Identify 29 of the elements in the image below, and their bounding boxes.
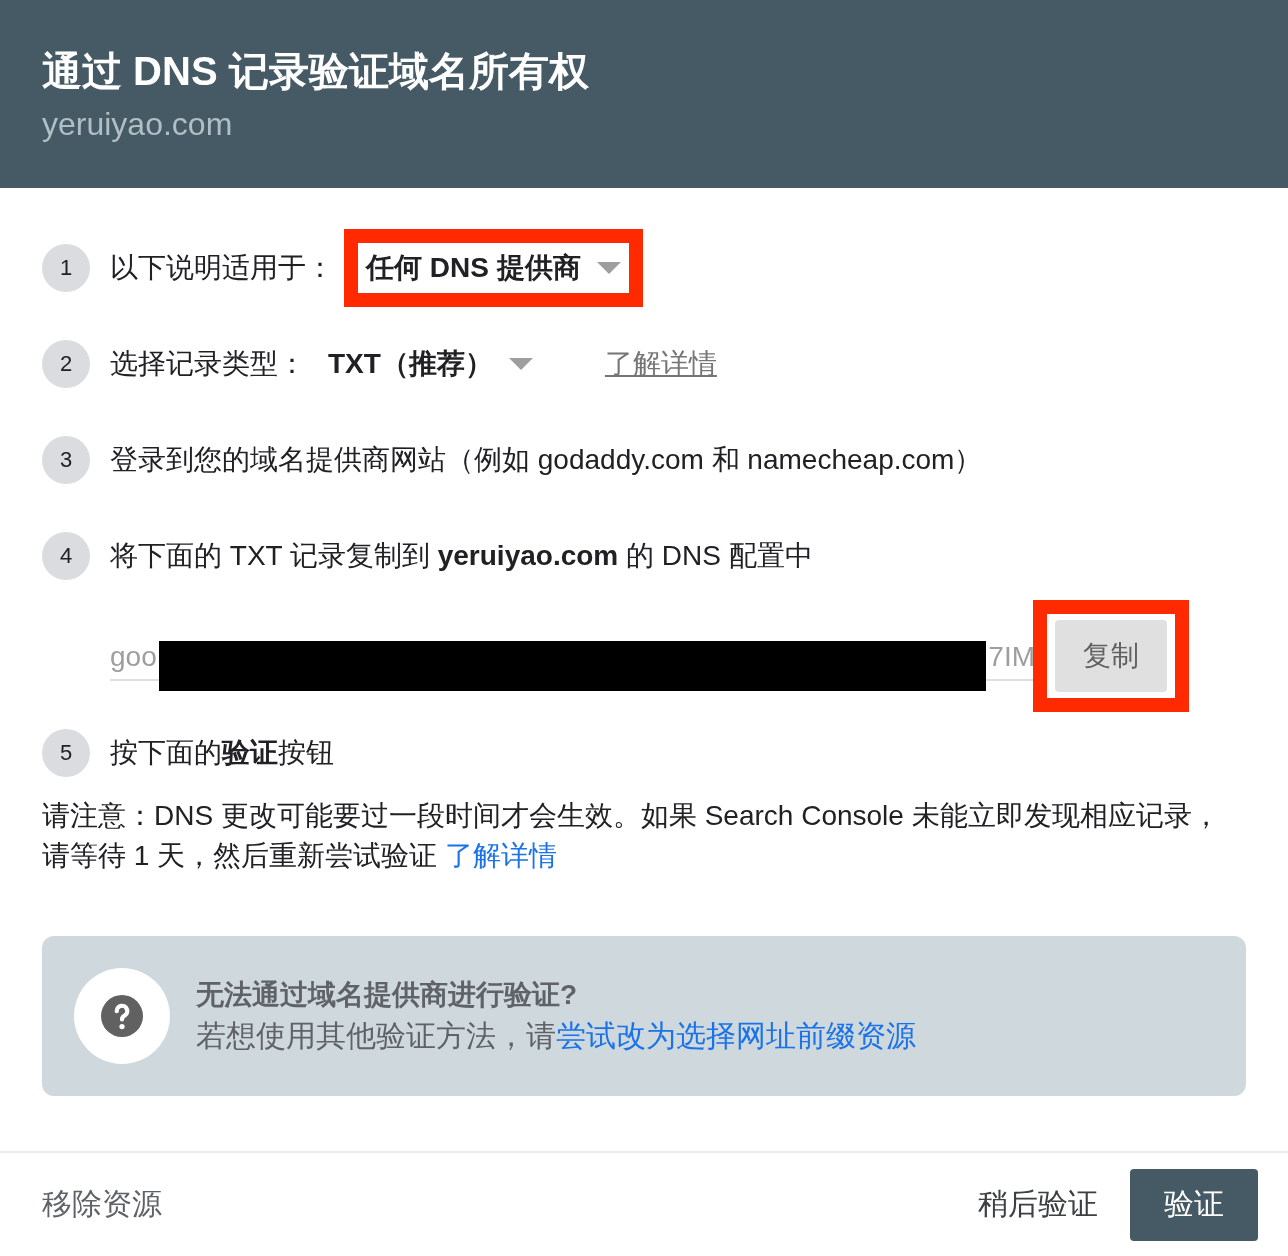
- help-text: 若想使用其他验证方法，请尝试改为选择网址前缀资源: [196, 1018, 916, 1054]
- verify-button[interactable]: 验证: [1130, 1168, 1258, 1241]
- step-number: 5: [42, 729, 90, 777]
- caret-icon: [596, 262, 621, 274]
- help-title: 无法通过域名提供商进行验证?: [196, 978, 579, 1012]
- step-text: 登录到您的域名提供商网站（例如 godaddy.com 和 namecheap.com）: [110, 443, 983, 477]
- record-text: 7IM: [988, 640, 1035, 674]
- copy-button[interactable]: 复制: [1055, 620, 1167, 692]
- step-number: 4: [42, 532, 90, 580]
- remove-button[interactable]: 移除资源: [42, 1184, 162, 1225]
- step-number: 2: [42, 340, 90, 388]
- url-prefix-link[interactable]: 尝试改为选择网址前缀资源: [556, 1019, 916, 1052]
- step-label: 以下说明适用于：: [110, 251, 334, 285]
- record-text: goo: [110, 640, 157, 674]
- step-label: 选择记录类型：: [110, 347, 306, 381]
- dialog-title: 通过 DNS 记录验证域名所有权: [42, 48, 590, 95]
- domain-name: yeruiyao.com: [42, 105, 234, 144]
- help-icon: [101, 995, 143, 1037]
- step-number: 3: [42, 436, 90, 484]
- step-text: 按下面的验证按钮: [110, 736, 334, 770]
- dropdown[interactable]: TXT（推荐）: [328, 345, 533, 383]
- caret-icon: [508, 358, 533, 370]
- dropdown[interactable]: 任何 DNS 提供商: [366, 249, 621, 287]
- learn-more-link[interactable]: 了解详情: [444, 840, 557, 871]
- step-text: 将下面的 TXT 记录复制到 yeruiyao.com 的 DNS 配置中: [110, 539, 813, 573]
- verify-later-button[interactable]: 稍后验证: [978, 1184, 1098, 1225]
- step-number: 1: [42, 244, 90, 292]
- note-text: 请注意：DNS 更改可能要过一段时间才会生效。如果 Search Console 未能立即发现相应记录，请等待 1 天，然后重新尝试验证 了解详情: [42, 799, 1221, 873]
- learn-more-link[interactable]: 了解详情: [604, 345, 717, 383]
